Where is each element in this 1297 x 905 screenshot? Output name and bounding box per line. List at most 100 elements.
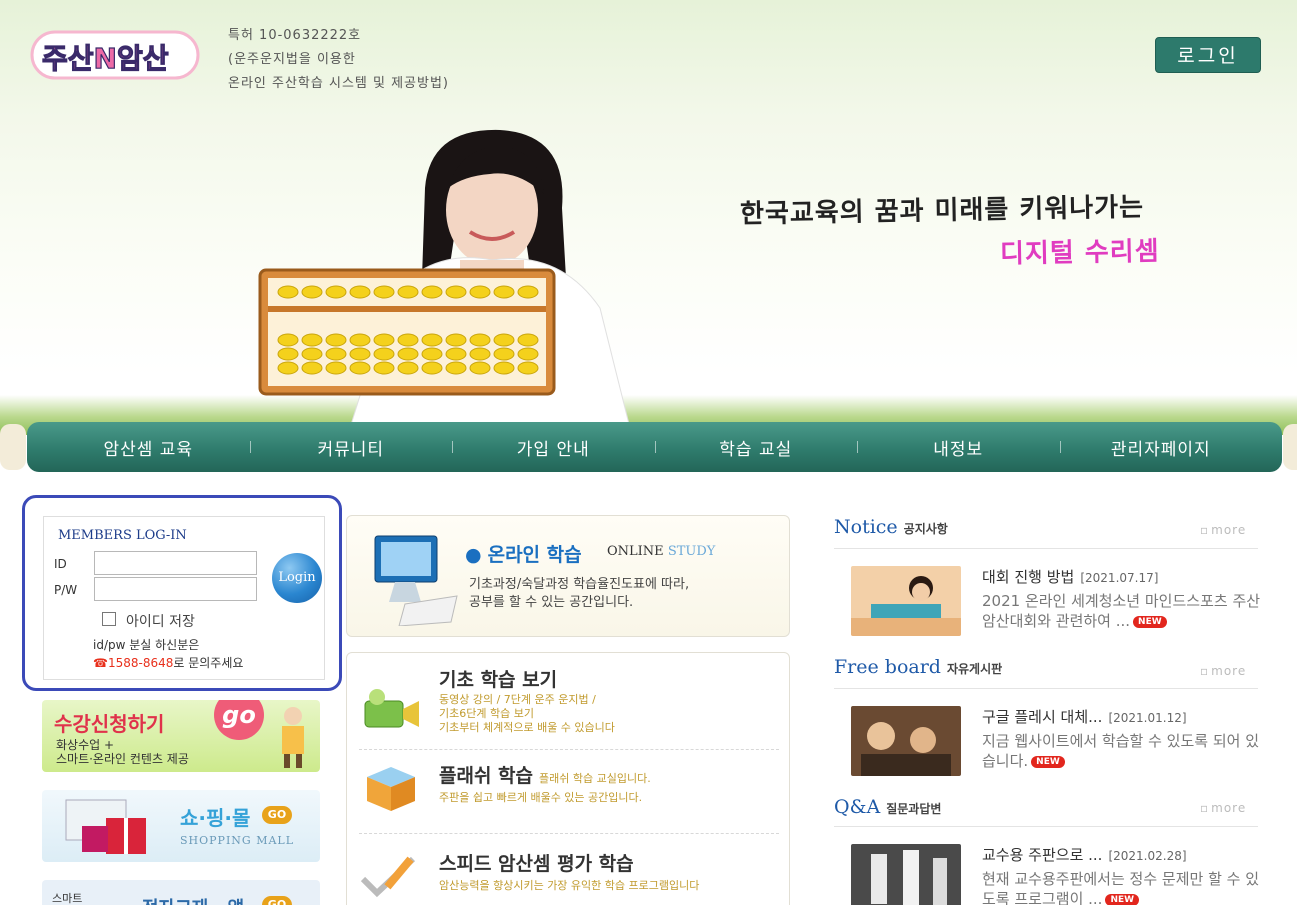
basic-study-row[interactable]: 기초 학습 보기 동영상 강의 / 7단계 운주 운지법 / 기초6단계 학습 보… <box>359 665 779 745</box>
qna-thumbnail[interactable] <box>851 844 961 905</box>
shop-title: 쇼·핑·몰 <box>180 806 251 830</box>
nav-item-community[interactable]: 커뮤니티 <box>249 435 453 460</box>
row-divider <box>359 749 779 750</box>
nav-edge-right <box>1283 424 1297 470</box>
freeboard-post-title-text: 구글 플레시 대체... <box>982 708 1103 726</box>
main-nav: 암산셈 교육 커뮤니티 가입 안내 학습 교실 내정보 관리자페이지 <box>27 422 1282 472</box>
flash-title-text: 플래쉬 학습 <box>439 765 534 787</box>
phone-number: ☎1588-8648 <box>93 656 174 670</box>
online-study-desc-2: 공부를 할 수 있는 공간입니다. <box>469 595 634 610</box>
new-badge: NEW <box>1031 755 1065 768</box>
header-login-button[interactable]: 로그인 <box>1155 37 1261 73</box>
site-logo[interactable]: 주산N암산 <box>30 26 200 84</box>
pw-label: P/W <box>54 583 78 597</box>
freeboard-post-date: [2021.01.12] <box>1108 711 1187 725</box>
remember-id-label[interactable]: 아이디 저장 <box>126 611 195 631</box>
lost-account-contact: ☎1588-8648로 문의주세요 <box>93 654 243 671</box>
circle-arrow-icon: ● <box>465 544 482 566</box>
notice-post-title[interactable]: 대회 진행 방법 [2021.07.17] <box>982 566 1158 587</box>
notice-title: Notice <box>834 516 898 538</box>
pw-input[interactable] <box>94 577 257 601</box>
slogan-line-1: 한국교육의 꿈과 미래를 키워나가는 <box>739 192 1145 230</box>
pencil-check-icon <box>360 856 416 898</box>
qna-more-link[interactable]: more <box>1200 801 1246 815</box>
freeboard-post-title[interactable]: 구글 플레시 대체... [2021.01.12] <box>982 706 1187 727</box>
qna-post-title[interactable]: 교수용 주판으로 ... [2021.02.28] <box>982 844 1187 865</box>
online-study-card[interactable]: ● 온라인 학습 ONLINE STUDY 기초과정/숙달과정 학습율진도표에 따… <box>346 515 790 637</box>
new-badge: NEW <box>1105 893 1140 905</box>
qna-post-text[interactable]: 현재 교수용주판에서는 정수 문제만 할 수 있도록 프로그램이 ... NEW <box>982 869 1270 905</box>
patent-line-1: 특허 10-0632222호 <box>228 28 362 43</box>
apply-sub-2: 스마트·온라인 컨텐츠 제공 <box>56 752 189 766</box>
flash-study-title: 플래쉬 학습 플래쉬 학습 교실입니다. <box>439 761 651 788</box>
notice-divider <box>834 548 1258 549</box>
qna-post-title-text: 교수용 주판으로 ... <box>982 846 1103 864</box>
page-root: { "header": { "logo_text": "주산N암산", "pat… <box>0 0 1297 905</box>
notice-thumbnail[interactable] <box>851 566 961 636</box>
shopping-gift-icon <box>65 799 146 854</box>
login-submit-button[interactable]: Login <box>272 553 322 603</box>
online-study-desc-1: 기초과정/숙달과정 학습율진도표에 따라, <box>469 577 690 592</box>
id-input[interactable] <box>94 551 257 575</box>
student-illustration-icon <box>282 707 304 768</box>
remember-id-checkbox[interactable] <box>102 612 116 626</box>
notice-post-text-body: 2021 온라인 세계청소년 마인드스포츠 주산암산대회와 관련하여 ... <box>982 592 1261 630</box>
id-label: ID <box>54 557 67 571</box>
hero-banner: 주산N암산 특허 10-0632222호 (운주운지법을 이용한 온라인 주산학… <box>0 0 1297 470</box>
qna-divider <box>834 826 1258 827</box>
flash-box-icon <box>367 767 415 811</box>
online-study-title: ● 온라인 학습 <box>465 540 582 567</box>
notice-post-date: [2021.07.17] <box>1080 571 1159 585</box>
shopping-mall-banner[interactable]: 쇼·핑·몰 GO SHOPPING MALL <box>42 790 320 862</box>
freeboard-thumbnail[interactable] <box>851 706 961 776</box>
qna-title-ko: 질문과답변 <box>886 802 942 816</box>
new-badge: NEW <box>1133 615 1167 628</box>
patent-line-2: (운주운지법을 이용한 <box>228 52 356 67</box>
nav-item-education[interactable]: 암산셈 교육 <box>47 435 250 460</box>
logo-text-a: 주산N암산 <box>42 42 169 75</box>
notice-title-ko: 공지사항 <box>903 522 948 536</box>
online-study-title-text: 온라인 학습 <box>487 544 582 566</box>
nav-item-join-guide[interactable]: 가입 안내 <box>452 435 655 460</box>
smart-title: 전자교재 · 앱 <box>142 894 244 905</box>
basic-desc-3: 기초부터 체계적으로 배울 수 있습니다 <box>439 721 615 734</box>
speed-eval-desc: 암산능력을 향상시키는 가장 유익한 학습 프로그램입니다 <box>439 879 700 892</box>
notice-post-title-text: 대회 진행 방법 <box>982 568 1075 586</box>
basic-study-title: 기초 학습 보기 <box>439 669 558 691</box>
flash-study-row[interactable]: 플래쉬 학습 플래쉬 학습 교실입니다. 주판을 쉽고 빠르게 배울수 있는 공간… <box>359 761 779 821</box>
speed-eval-row[interactable]: 스피드 암산셈 평가 학습 암산능력을 향상시키는 가장 유익한 학습 프로그램… <box>359 849 779 905</box>
apply-course-banner[interactable]: 수강신청하기 go 화상수업 + 스마트·온라인 컨텐츠 제공 <box>42 700 320 772</box>
freeboard-post-text[interactable]: 지금 웹사이트에서 학습할 수 있도록 되어 있습니다. NEW <box>982 731 1270 771</box>
qna-post-date: [2021.02.28] <box>1108 849 1187 863</box>
apply-sub-1: 화상수업 + <box>56 738 115 752</box>
apply-title: 수강신청하기 <box>54 712 165 736</box>
nav-item-my-info[interactable]: 내정보 <box>857 435 1060 460</box>
freeboard-more-link[interactable]: more <box>1200 664 1246 678</box>
nav-item-admin[interactable]: 관리자페이지 <box>1059 435 1263 460</box>
login-title: MEMBERS LOG-IN <box>58 528 187 543</box>
freeboard-title: Free board <box>834 656 941 678</box>
qna-title: Q&A <box>834 796 881 818</box>
freeboard-heading: Free board 자유게시판 <box>834 656 1002 678</box>
shop-subtitle: SHOPPING MALL <box>180 834 295 847</box>
qna-heading: Q&A 질문과답변 <box>834 796 941 818</box>
login-form: MEMBERS LOG-IN ID P/W Login 아이디 저장 id/pw… <box>43 516 325 680</box>
computer-monitor-icon <box>374 535 458 626</box>
contact-suffix: 로 문의주세요 <box>173 656 244 670</box>
notice-post-text[interactable]: 2021 온라인 세계청소년 마인드스포츠 주산암산대회와 관련하여 ... NE… <box>982 591 1270 631</box>
study-menu-card: 기초 학습 보기 동영상 강의 / 7단계 운주 운지법 / 기초6단계 학습 보… <box>346 652 790 905</box>
flash-subtitle: 플래쉬 학습 교실입니다. <box>539 772 651 785</box>
online-study-en: ONLINE STUDY <box>607 544 715 559</box>
patent-info: 특허 10-0632222호 (운주운지법을 이용한 온라인 주산학습 시스템 … <box>228 24 449 96</box>
patent-line-3: 온라인 주산학습 시스템 및 제공방법) <box>228 76 450 91</box>
smart-small: 스마트 <box>52 892 83 905</box>
apply-subtitle: 화상수업 + 스마트·온라인 컨텐츠 제공 <box>56 738 189 766</box>
smart-go-badge: GO <box>262 896 292 905</box>
smart-textbook-banner[interactable]: 스마트 전자교재 · 앱 GO <box>42 880 320 905</box>
freeboard-post-text-body: 지금 웹사이트에서 학습할 수 있도록 되어 있습니다. <box>982 732 1260 770</box>
notice-more-link[interactable]: more <box>1200 523 1246 537</box>
nav-item-classroom[interactable]: 학습 교실 <box>654 435 858 460</box>
speed-eval-title: 스피드 암산셈 평가 학습 <box>439 853 634 875</box>
nav-edge-left <box>0 424 26 470</box>
shop-go-badge: GO <box>262 806 292 824</box>
